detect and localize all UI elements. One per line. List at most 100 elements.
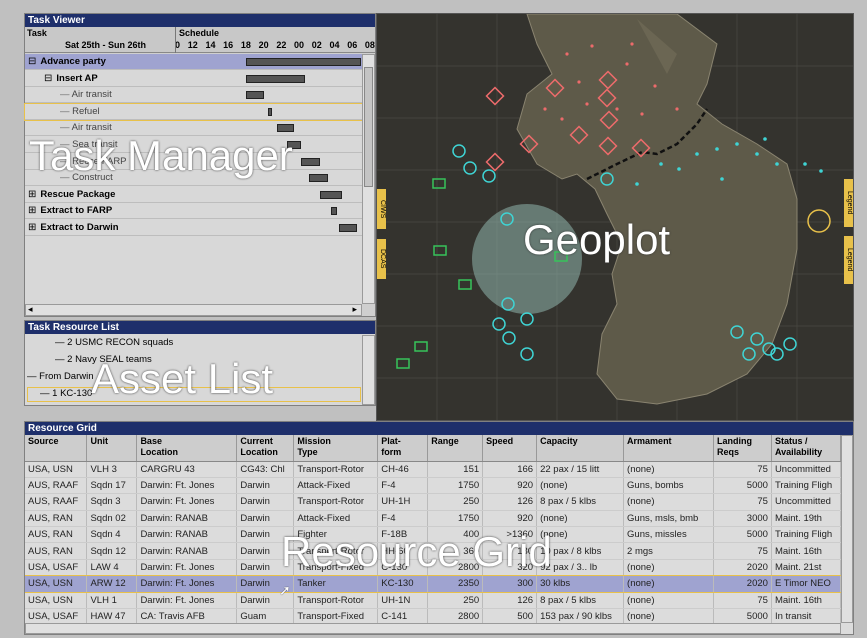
grid-cell[interactable]: 2 mgs: [623, 542, 714, 560]
task-row[interactable]: ⊞ Extract to Darwin: [25, 220, 362, 236]
grid-cell[interactable]: UH-1H: [377, 493, 429, 511]
grid-cell[interactable]: Attack-Fixed: [293, 510, 379, 528]
expand-toggle-icon[interactable]: ⊟: [28, 56, 36, 67]
task-row[interactable]: — Refuel: [24, 102, 363, 121]
grid-cell[interactable]: KC-130: [377, 575, 429, 593]
grid-column-header[interactable]: Source: [25, 435, 88, 462]
grid-cell[interactable]: Darwin: [236, 542, 295, 560]
grid-cell[interactable]: 8 pax / 5 klbs: [536, 592, 625, 610]
grid-cell[interactable]: Sqdn 3: [86, 493, 138, 511]
grid-cell[interactable]: Darwin: [236, 493, 295, 511]
grid-cell[interactable]: 75: [713, 493, 772, 511]
grid-cell[interactable]: Uncommitted: [771, 493, 841, 511]
grid-cell[interactable]: 2800: [427, 608, 484, 623]
grid-column-header[interactable]: Plat- form: [377, 435, 429, 462]
task-row[interactable]: ⊟ Advance party: [25, 54, 362, 70]
grid-column-header[interactable]: Status / Availability: [771, 435, 841, 462]
grid-cell[interactable]: (none): [536, 526, 625, 544]
grid-cell[interactable]: 360: [427, 542, 484, 560]
grid-cell[interactable]: Tanker: [293, 575, 379, 593]
grid-cell[interactable]: 2800: [427, 559, 484, 577]
grid-cell[interactable]: AUS, RAAF: [25, 477, 88, 495]
grid-cell[interactable]: 300: [482, 575, 538, 593]
grid-column-header[interactable]: Mission Type: [293, 435, 379, 462]
grid-cell[interactable]: 92 pax / 3.. lb: [536, 559, 625, 577]
grid-cell[interactable]: Darwin: [236, 559, 295, 577]
grid-cell[interactable]: VLH 1: [86, 592, 138, 610]
grid-cell[interactable]: USA, USN: [25, 592, 88, 610]
grid-cell[interactable]: Transport-Rotor: [293, 461, 379, 478]
grid-cell[interactable]: Maint. 21st: [771, 559, 841, 577]
grid-cell[interactable]: 180: [482, 542, 538, 560]
schedule-column-header[interactable]: Schedule: [179, 28, 219, 38]
task-row[interactable]: — Air transit: [25, 120, 362, 137]
grid-cell[interactable]: 920: [482, 477, 538, 495]
grid-cell[interactable]: Maint. 19th: [771, 510, 841, 528]
schedule-bar[interactable]: [308, 174, 328, 183]
grid-cell[interactable]: CARGRU 43: [136, 461, 238, 478]
grid-cell[interactable]: In transit: [771, 608, 841, 623]
resource-list-item[interactable]: — From Darwin: [27, 371, 94, 382]
resource-list-item[interactable]: — 2 USMC RECON squads: [55, 337, 173, 348]
schedule-bar[interactable]: [245, 74, 306, 83]
grid-cell[interactable]: 250: [427, 592, 484, 610]
grid-cell[interactable]: Darwin: RANAB: [136, 542, 238, 560]
grid-cell[interactable]: CH-46: [377, 461, 429, 478]
grid-cell[interactable]: Guns, missles: [623, 526, 714, 544]
task-row[interactable]: — Construct: [25, 170, 362, 187]
grid-cell[interactable]: 5000: [713, 477, 772, 495]
grid-cell[interactable]: Darwin: Ft. Jones: [136, 575, 238, 593]
grid-cell[interactable]: 151: [427, 461, 484, 478]
schedule-bar[interactable]: [245, 58, 361, 66]
grid-cell[interactable]: Darwin: [236, 477, 295, 495]
grid-cell[interactable]: (none): [623, 461, 714, 478]
grid-row[interactable]: AUS, RAN Sqdn 12 Darwin: RANAB Darwin Transp…: [25, 542, 841, 560]
geoplot-map[interactable]: [377, 14, 854, 421]
task-row[interactable]: ⊞ Extract to FARP: [25, 203, 362, 220]
grid-cell[interactable]: (none): [536, 510, 625, 528]
grid-row[interactable]: USA, USN VLH 1 Darwin: Ft. Jones Darwin Tran…: [25, 592, 841, 610]
grid-cell[interactable]: Training Fligh: [771, 477, 841, 495]
grid-cell[interactable]: UH-1N: [377, 592, 429, 610]
grid-cell[interactable]: Sqdn 4: [86, 526, 138, 544]
schedule-bar[interactable]: [301, 157, 321, 166]
map-tab-ciws[interactable]: CIWS: [377, 189, 386, 229]
grid-cell[interactable]: Sqdn 12: [86, 542, 138, 560]
task-horizontal-scrollbar[interactable]: ◂ ▸: [25, 304, 362, 316]
grid-cell[interactable]: Maint. 16th: [771, 592, 841, 610]
map-tab-legend[interactable]: Legend: [844, 179, 853, 227]
grid-cell[interactable]: ARW 12: [86, 575, 138, 593]
grid-cell[interactable]: 126: [482, 592, 538, 610]
grid-cell[interactable]: USA, USAF: [25, 559, 88, 577]
grid-cell[interactable]: Darwin: RANAB: [136, 526, 238, 544]
schedule-bar[interactable]: [277, 124, 295, 133]
grid-cell[interactable]: Uncommitted: [771, 461, 841, 478]
resource-list-item[interactable]: — 2 Navy SEAL teams: [55, 354, 152, 365]
grid-cell[interactable]: 5000: [713, 608, 772, 623]
grid-column-header[interactable]: Landing Reqs: [713, 435, 772, 462]
task-row[interactable]: ⊞ Rescue Package: [25, 187, 362, 203]
grid-row[interactable]: AUS, RAN Sqdn 02 Darwin: RANAB Darwin Attack…: [25, 510, 841, 528]
grid-row[interactable]: USA, USN VLH 3 CARGRU 43 CG43: Chl Transport…: [25, 461, 841, 478]
resource-list-scrollbar[interactable]: [362, 335, 375, 405]
resource-list-item-selected[interactable]: — 1 KC-130: [27, 387, 361, 402]
task-row[interactable]: — Sea transit: [25, 137, 362, 153]
grid-cell[interactable]: Fighter: [293, 526, 379, 544]
grid-cell[interactable]: HAW 47: [86, 608, 138, 623]
grid-column-header[interactable]: Current Location: [236, 435, 295, 462]
task-row[interactable]: — Air transit: [25, 87, 362, 104]
grid-cell[interactable]: Attack-Fixed: [293, 477, 379, 495]
grid-cell[interactable]: 75: [713, 542, 772, 560]
grid-row[interactable]: AUS, RAN Sqdn 4 Darwin: RANAB Darwin Fighter…: [25, 526, 841, 544]
grid-cell[interactable]: Sqdn 17: [86, 477, 138, 495]
schedule-bar[interactable]: [338, 224, 358, 232]
schedule-bar[interactable]: [268, 107, 272, 116]
grid-cell[interactable]: Darwin: Ft. Jones: [136, 592, 238, 610]
grid-cell[interactable]: Transport-Fixed: [293, 608, 379, 623]
grid-cell[interactable]: F-4: [377, 477, 429, 495]
grid-cell[interactable]: Guns, bombs: [623, 477, 714, 495]
grid-cell[interactable]: (none): [623, 559, 714, 577]
grid-cell[interactable]: Transport-Rotor: [293, 542, 379, 560]
grid-column-header[interactable]: Speed: [482, 435, 538, 462]
grid-cell[interactable]: 400: [427, 526, 484, 544]
